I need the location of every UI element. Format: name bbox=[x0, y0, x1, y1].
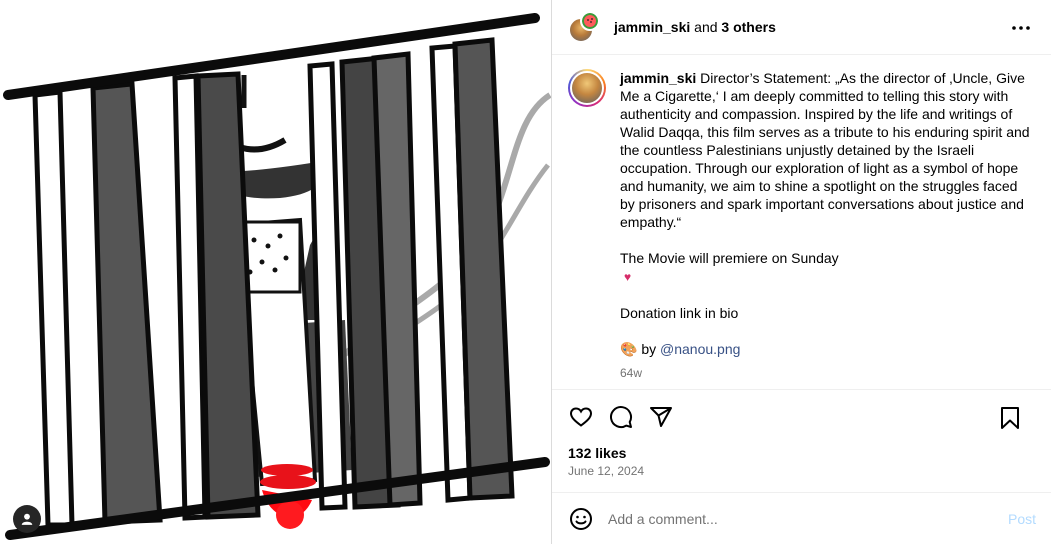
more-dots-icon bbox=[1012, 26, 1030, 30]
heart-emoji: ♥ bbox=[624, 270, 632, 284]
post-side-panel: jammin_ski and 3 others jammin_ski Direc… bbox=[552, 0, 1051, 544]
share-button[interactable] bbox=[648, 404, 674, 430]
person-icon bbox=[21, 513, 33, 525]
comment-button[interactable] bbox=[608, 404, 634, 430]
save-button[interactable] bbox=[997, 405, 1023, 431]
collab-avatars[interactable] bbox=[568, 11, 602, 43]
credit-mention-link[interactable]: @nanou.png bbox=[660, 341, 740, 357]
caption-paragraph: The Movie will premiere on Sunday bbox=[620, 250, 839, 266]
post-date[interactable]: June 12, 2024 bbox=[568, 464, 1035, 478]
header-username[interactable]: jammin_ski bbox=[614, 19, 690, 35]
avatar bbox=[580, 11, 600, 31]
action-bar bbox=[552, 389, 1051, 444]
comment-icon bbox=[610, 406, 633, 429]
avatar[interactable] bbox=[568, 69, 606, 107]
more-options-button[interactable] bbox=[1009, 18, 1033, 38]
watermelon-icon bbox=[582, 13, 598, 29]
caption-username[interactable]: jammin_ski bbox=[620, 70, 696, 86]
bookmark-icon bbox=[1001, 407, 1019, 429]
header-others[interactable]: 3 others bbox=[721, 19, 775, 35]
caption-paragraph: Donation link in bio bbox=[620, 305, 739, 321]
emoji-icon bbox=[570, 507, 592, 530]
caption-paragraph: Director’s Statement: „As the director o… bbox=[620, 70, 1034, 230]
post-header: jammin_ski and 3 others bbox=[552, 0, 1051, 55]
post-media[interactable] bbox=[0, 0, 551, 544]
palette-emoji: 🎨 bbox=[620, 341, 638, 357]
header-and: and bbox=[690, 19, 722, 35]
artwork-prisoner-behind-bars bbox=[0, 0, 551, 544]
post-comment-button[interactable]: Post bbox=[1008, 511, 1036, 527]
share-icon bbox=[650, 407, 672, 427]
header-usernames: jammin_ski and 3 others bbox=[614, 19, 776, 35]
tagged-users-button[interactable] bbox=[13, 505, 41, 533]
likes-count[interactable]: 132 likes bbox=[568, 444, 1035, 462]
instagram-post-view: jammin_ski and 3 others jammin_ski Direc… bbox=[0, 0, 1051, 544]
heart-icon bbox=[569, 407, 593, 427]
likes-section: 132 likes June 12, 2024 bbox=[552, 444, 1051, 492]
caption-text: jammin_ski Director’s Statement: „As the… bbox=[620, 69, 1035, 382]
like-button[interactable] bbox=[568, 404, 594, 430]
emoji-button[interactable] bbox=[568, 506, 594, 532]
credit-by: by bbox=[637, 341, 661, 357]
comment-bar: Post bbox=[552, 492, 1051, 544]
comment-input[interactable] bbox=[608, 510, 988, 527]
caption-section: jammin_ski Director’s Statement: „As the… bbox=[552, 55, 1051, 389]
post-age[interactable]: 64w bbox=[620, 364, 1035, 382]
